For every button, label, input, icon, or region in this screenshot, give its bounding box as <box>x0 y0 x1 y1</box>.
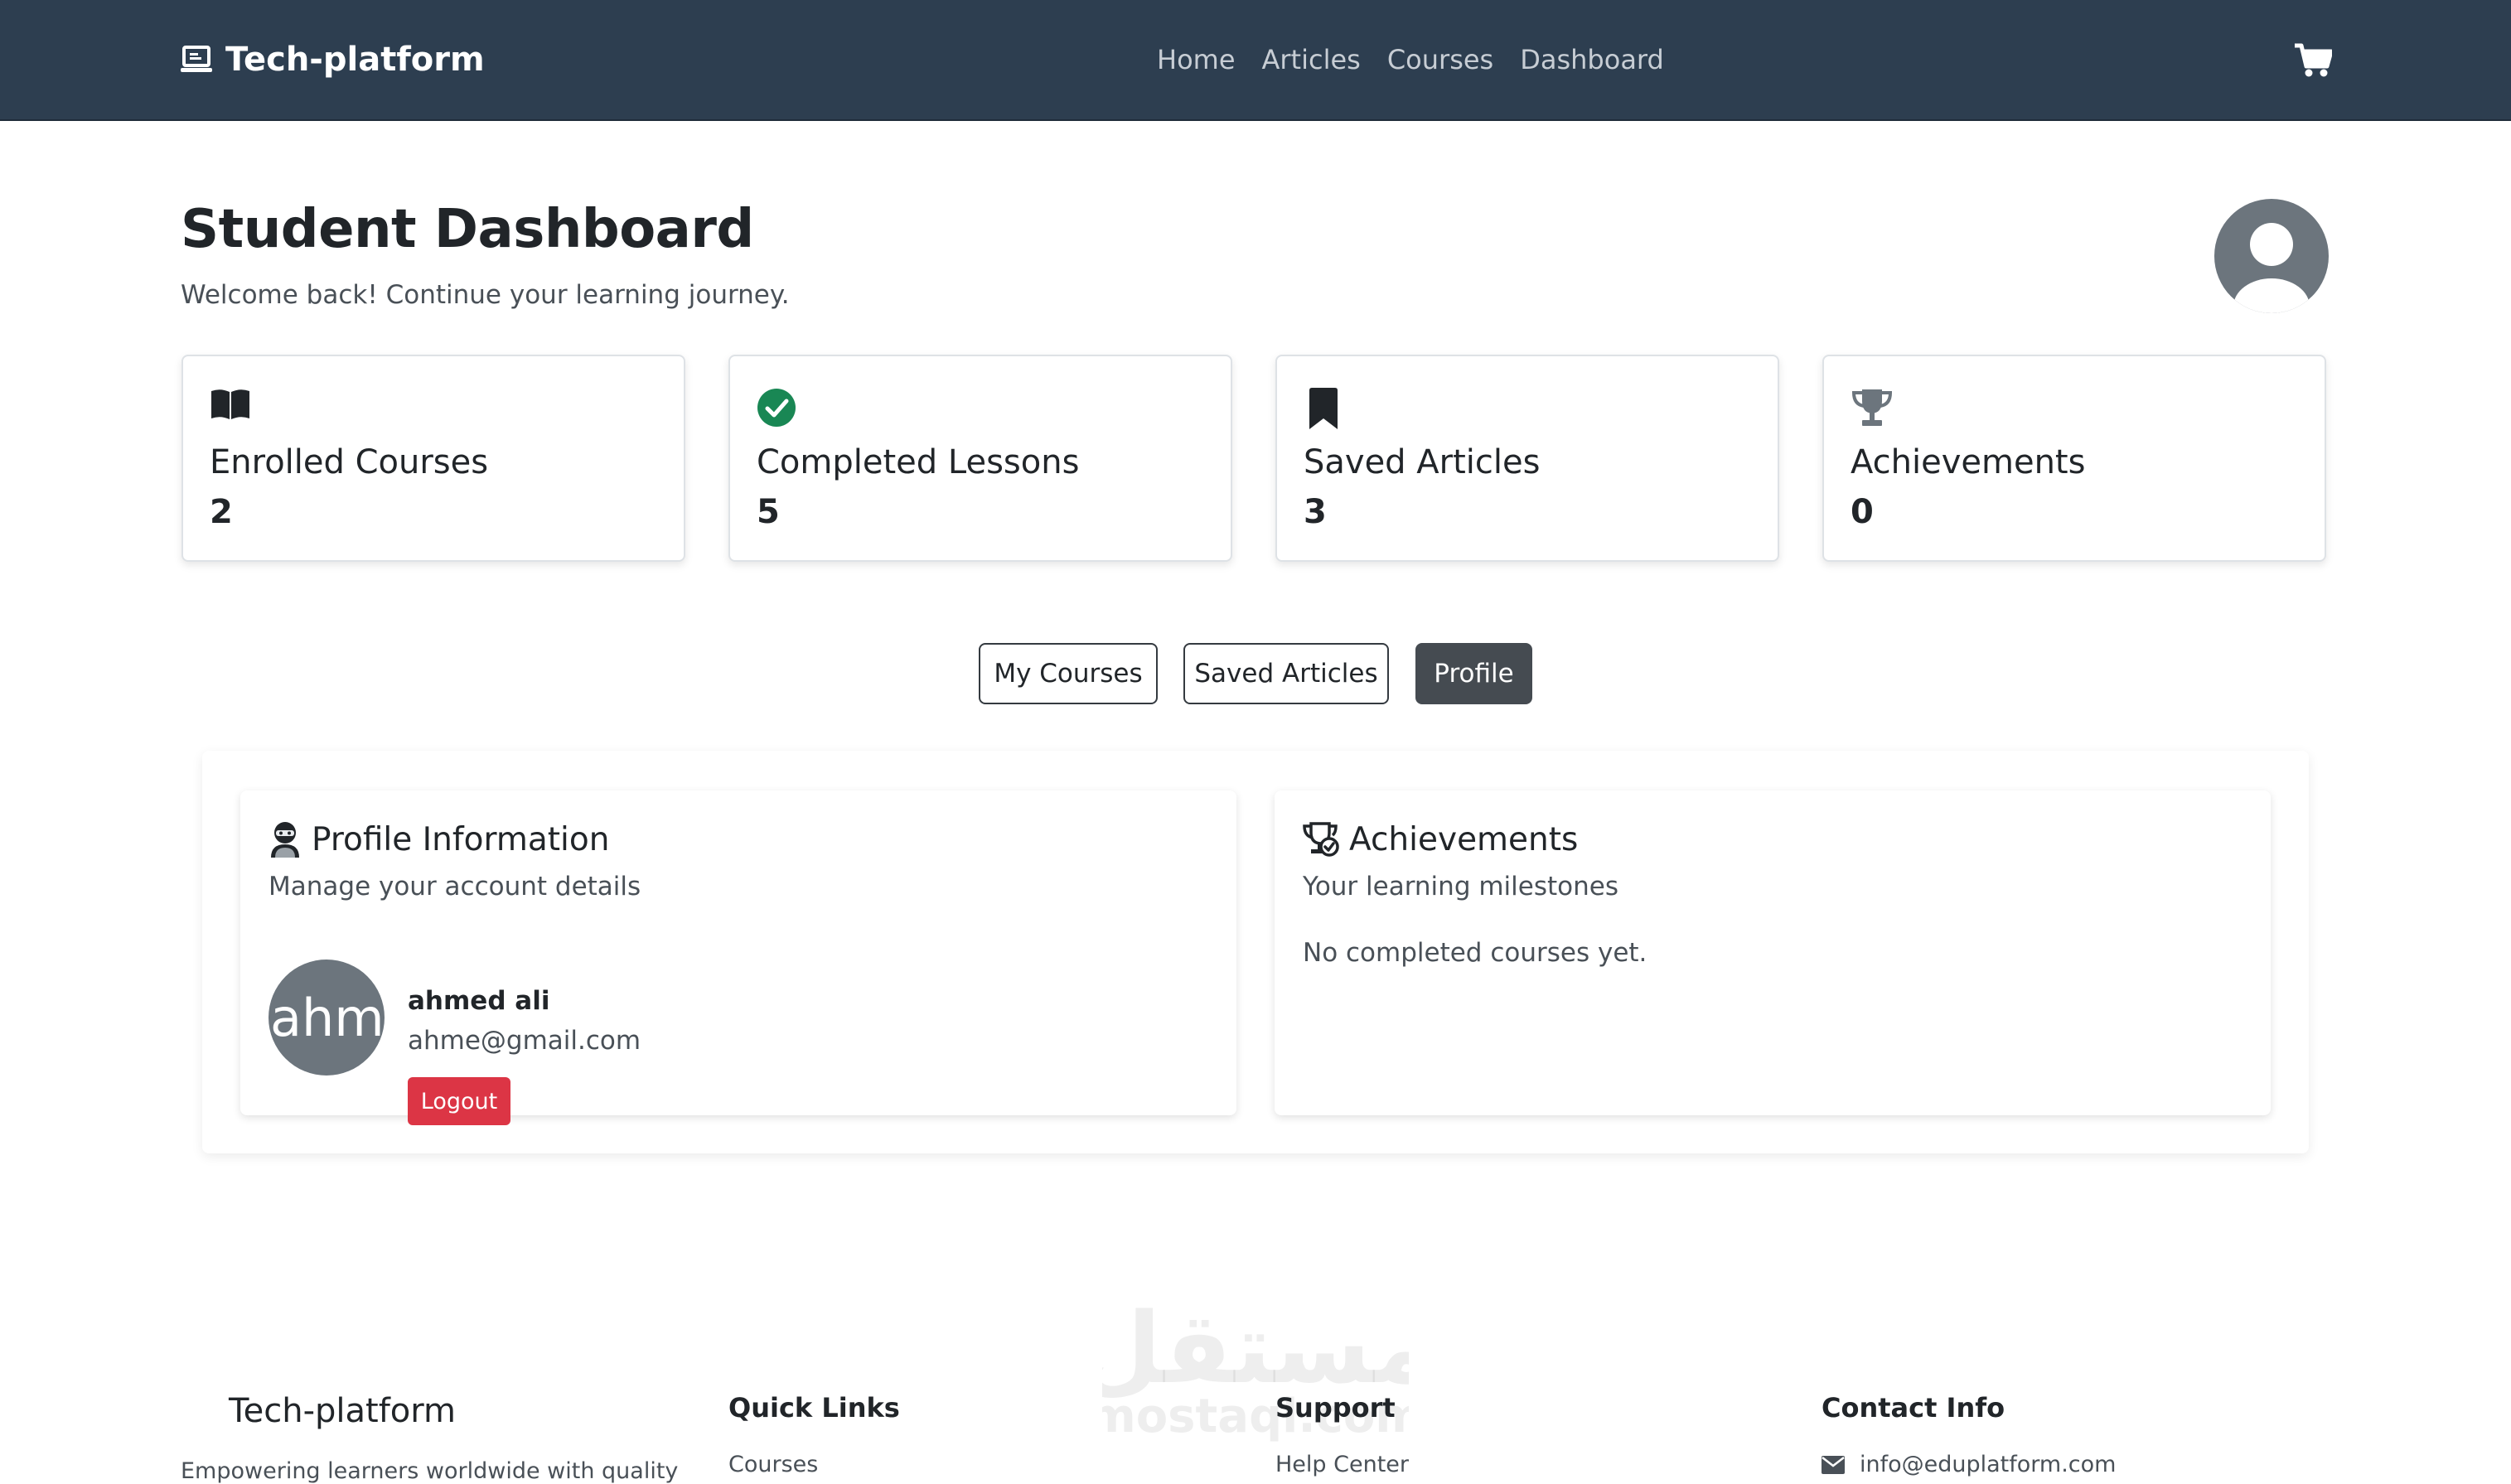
brand-name: Tech-platform <box>225 41 485 79</box>
stat-label: Completed Lessons <box>757 443 1080 481</box>
stat-label: Enrolled Courses <box>210 443 489 481</box>
page-subtitle: Welcome back! Continue your learning jou… <box>181 280 790 310</box>
profile-card-title: Profile Information <box>269 817 609 862</box>
trophy-icon <box>1851 388 1894 428</box>
avatar: ahmed <box>269 960 385 1076</box>
profile-email: ahme@gmail.com <box>408 1026 641 1056</box>
award-icon <box>1303 821 1339 858</box>
achievements-card-title-text: Achievements <box>1349 820 1579 858</box>
footer-link-courses[interactable]: Courses <box>728 1452 818 1477</box>
stat-value: 0 <box>1851 493 1874 531</box>
brand-link[interactable]: Tech-platform <box>181 40 485 80</box>
footer-brand-description: Empowering learners worldwide with quali… <box>181 1458 679 1484</box>
stat-value: 5 <box>757 493 780 531</box>
avatar-text: ahmed <box>270 987 385 1048</box>
tab-profile[interactable]: Profile <box>1415 643 1532 704</box>
profile-name: ahmed ali <box>408 986 550 1016</box>
stat-card-achievements: Achievements 0 <box>1822 355 2326 562</box>
nav-links: Home Articles Courses Dashboard <box>1157 40 1664 80</box>
achievements-card: Achievements Your learning milestones No… <box>1275 790 2271 1115</box>
logout-button[interactable]: Logout <box>408 1077 510 1125</box>
nav-link-courses[interactable]: Courses <box>1387 44 1493 75</box>
footer-quick-links-heading: Quick Links <box>728 1392 900 1424</box>
footer-contact-email-text: info@eduplatform.com <box>1860 1452 2117 1477</box>
stat-card-completed-lessons: Completed Lessons 5 <box>728 355 1232 562</box>
stat-value: 2 <box>210 493 233 531</box>
achievements-card-subtitle: Your learning milestones <box>1303 872 1618 902</box>
page-title: Student Dashboard <box>181 199 754 260</box>
nav-link-articles[interactable]: Articles <box>1262 44 1361 75</box>
profile-card-subtitle: Manage your account details <box>269 872 641 902</box>
mostaql-watermark: مستقل mostaql.com <box>1102 1299 1409 1448</box>
envelope-icon <box>1822 1455 1845 1474</box>
check-circle-icon <box>757 388 796 428</box>
stat-card-enrolled-courses: Enrolled Courses 2 <box>181 355 685 562</box>
stat-label: Saved Articles <box>1304 443 1541 481</box>
stat-card-saved-articles: Saved Articles 3 <box>1275 355 1779 562</box>
user-ninja-icon <box>269 820 302 858</box>
profile-information-card: Profile Information Manage your account … <box>240 790 1236 1125</box>
bookmark-icon <box>1309 388 1338 429</box>
footer-contact-heading: Contact Info <box>1822 1392 2005 1424</box>
nav-link-dashboard[interactable]: Dashboard <box>1520 44 1664 75</box>
book-open-icon <box>210 388 251 421</box>
profile-card-title-text: Profile Information <box>312 820 610 858</box>
top-navbar: Tech-platform Home Articles Courses Dash… <box>0 0 2511 121</box>
footer-brand: Tech-platform <box>229 1392 456 1430</box>
achievements-empty-text: No completed courses yet. <box>1303 938 1647 968</box>
shopping-cart-icon[interactable] <box>2294 43 2332 78</box>
laptop-icon <box>181 46 212 74</box>
tab-my-courses[interactable]: My Courses <box>979 643 1158 704</box>
footer-contact-email[interactable]: info@eduplatform.com <box>1822 1452 2116 1477</box>
user-circle-icon[interactable] <box>2214 199 2329 313</box>
achievements-card-title: Achievements <box>1303 817 1578 862</box>
profile-tab-panel: Profile Information Manage your account … <box>202 751 2309 1153</box>
tab-saved-articles[interactable]: Saved Articles <box>1183 643 1389 704</box>
footer-link-help-center[interactable]: Help Center <box>1275 1452 1409 1477</box>
stat-label: Achievements <box>1851 443 2086 481</box>
stat-value: 3 <box>1304 493 1327 531</box>
nav-link-home[interactable]: Home <box>1157 44 1236 75</box>
footer-support-heading: Support <box>1275 1392 1396 1424</box>
